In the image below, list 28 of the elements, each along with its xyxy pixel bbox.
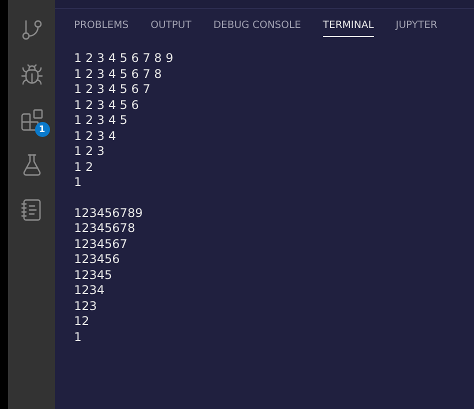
- panel-tab[interactable]: PROBLEMS: [74, 13, 129, 37]
- terminal-output-line: 1 2 3: [74, 144, 105, 160]
- terminal-output-line: 123456: [74, 252, 120, 268]
- blocks-icon[interactable]: [20, 108, 44, 132]
- terminal-output-line: 123456789: [74, 206, 143, 221]
- branch-icon[interactable]: [20, 18, 44, 42]
- terminal-output-line: 1234: [74, 283, 105, 298]
- terminal-output-line: 1234567: [74, 236, 128, 252]
- terminal-output-line: 12345678: [74, 221, 136, 236]
- terminal-output-line: 1: [74, 330, 82, 345]
- terminal-output-line: 1 2 3 4: [74, 128, 116, 144]
- terminal-output-line: 1 2 3 4 5 6 7 8 9: [74, 51, 174, 66]
- terminal-output-line: 1 2 3 4 5 6 7 8: [74, 66, 162, 82]
- notification-badge: 1: [34, 122, 50, 137]
- notebook-icon[interactable]: [20, 198, 44, 222]
- panel-tab[interactable]: JUPYTER: [396, 13, 438, 37]
- panel-tab[interactable]: DEBUG CONSOLE: [213, 13, 301, 37]
- terminal-output-line: 1 2: [74, 160, 94, 175]
- panel-tab[interactable]: OUTPUT: [150, 13, 192, 37]
- terminal-output-line: 12: [74, 314, 90, 330]
- panel-tab[interactable]: TERMINAL: [322, 13, 374, 37]
- terminal-output-line: 1 2 3 4 5: [74, 113, 128, 128]
- terminal-output-line: 1: [74, 175, 82, 190]
- bug-icon[interactable]: [20, 63, 44, 87]
- terminal-output-line: 123: [74, 298, 97, 314]
- terminal-output-line: 1 2 3 4 5 6: [74, 98, 139, 113]
- terminal-output-line: 1 2 3 4 5 6 7: [74, 82, 150, 98]
- terminal-output-line: 12345: [74, 268, 112, 283]
